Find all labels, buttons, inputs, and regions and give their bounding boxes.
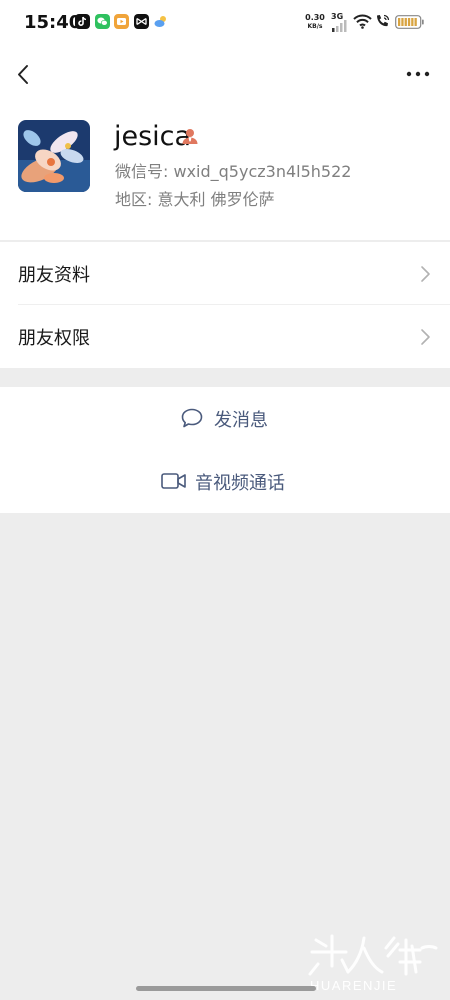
wifi-icon: [353, 14, 372, 29]
chevron-right-icon: [421, 329, 430, 345]
back-button[interactable]: [8, 58, 38, 90]
watermark-logo: HUARENJIE: [308, 934, 438, 993]
wifi-call-icon: [377, 14, 390, 27]
send-message-button[interactable]: 发消息: [0, 387, 450, 450]
nav-bar: [0, 46, 450, 102]
video-app-icon: [114, 14, 129, 29]
avatar[interactable]: [18, 120, 90, 192]
send-message-label: 发消息: [214, 410, 268, 431]
status-time: 15:40: [24, 12, 82, 33]
chevron-right-icon: [421, 266, 430, 282]
contact-name: jesica: [114, 121, 192, 152]
network-speed-value: 0.30: [305, 13, 325, 22]
weather-icon: [153, 14, 168, 29]
person-icon: [182, 129, 198, 144]
wechat-icon: [95, 14, 110, 29]
chevron-left-icon: [18, 65, 28, 84]
wechat-id: 微信号: wxid_q5ycz3n4l5h522: [115, 162, 352, 181]
watermark-text: HUARENJIE: [310, 978, 397, 993]
chat-bubble-icon: [181, 408, 203, 428]
menu-item-friend-permissions[interactable]: 朋友权限: [0, 305, 450, 368]
home-indicator[interactable]: [136, 986, 316, 991]
network-speed: 0.30 KB/s: [303, 13, 327, 31]
region: 地区: 意大利 佛罗伦萨: [115, 190, 275, 209]
video-call-label: 音视频通话: [195, 473, 285, 494]
more-button[interactable]: [398, 62, 438, 86]
network-speed-unit: KB/s: [307, 23, 323, 30]
battery-icon: [395, 15, 424, 29]
status-bar: 15:40 0.30 KB/s 3G: [0, 0, 450, 46]
video-call-button[interactable]: 音视频通话: [0, 450, 450, 513]
signal-icon: [332, 20, 347, 32]
menu-item-friend-info[interactable]: 朋友资料: [0, 242, 450, 305]
more-dots-icon: [406, 71, 430, 77]
avatar-image: [18, 120, 90, 192]
menu-item-label: 朋友资料: [18, 265, 90, 286]
profile-header: jesica 微信号: wxid_q5ycz3n4l5h522 地区: 意大利 …: [0, 102, 450, 240]
capcut-icon: [134, 14, 149, 29]
video-camera-icon: [161, 473, 186, 489]
menu-item-label: 朋友权限: [18, 328, 90, 349]
douyin-icon: [75, 14, 90, 29]
